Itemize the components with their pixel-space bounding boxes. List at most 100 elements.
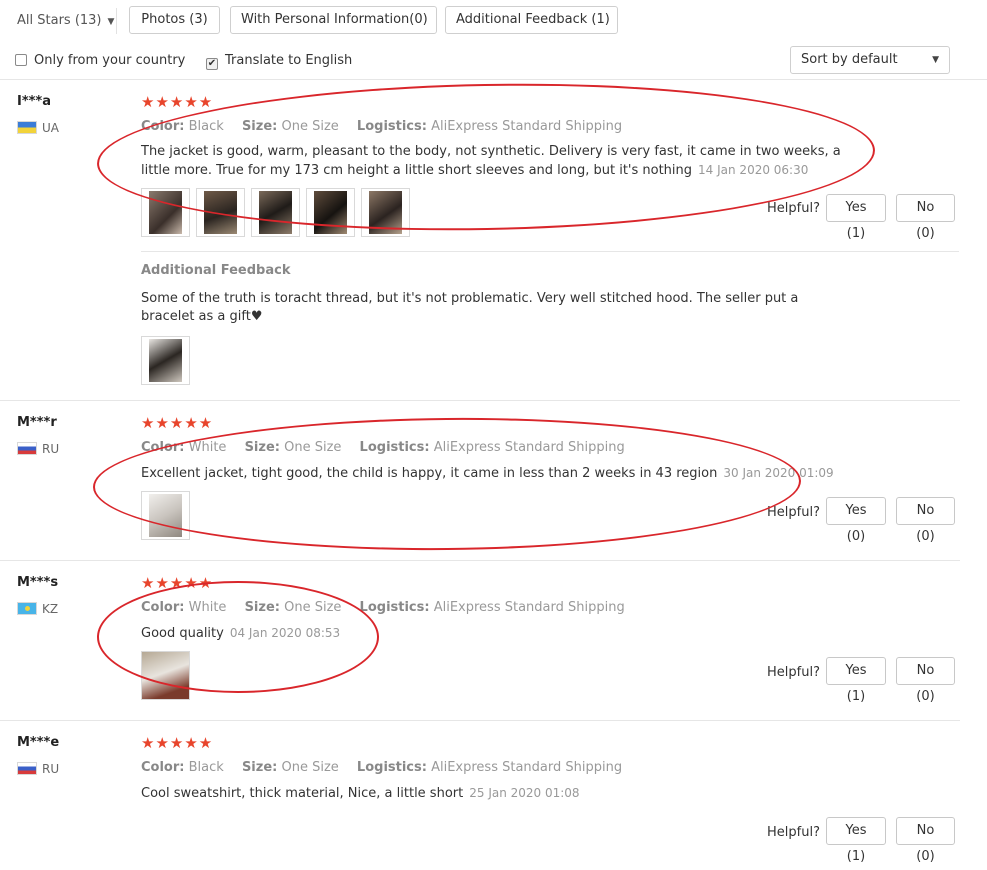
rating-stars: ★★★★★: [141, 93, 214, 111]
review-item: M***e RU ★★★★★ Color: Black Size: One Si…: [0, 721, 987, 866]
review-body: Good quality: [141, 626, 224, 641]
review-item: I***a UA ★★★★★ Color: Black Size: One Si…: [0, 80, 987, 400]
helpful-yes-button[interactable]: Yes (1): [826, 657, 886, 704]
review-attributes: Color: Black Size: One Size Logistics: A…: [141, 760, 622, 775]
reviewer-country: KZ: [17, 602, 58, 616]
size-label: Size:: [244, 440, 280, 455]
review-photo[interactable]: [141, 188, 190, 237]
only-country-label: Only from your country: [34, 53, 186, 68]
divider: [141, 251, 959, 252]
reviewer-name: M***e: [17, 735, 60, 750]
review-photos: [141, 651, 190, 700]
review-date: 14 Jan 2020 06:30: [698, 163, 809, 177]
sort-select[interactable]: Sort by default ▼: [790, 46, 950, 74]
filter-personal-info-button[interactable]: With Personal Information(0): [230, 6, 437, 34]
logistics-label: Logistics:: [359, 440, 430, 455]
review-photo[interactable]: [251, 188, 300, 237]
helpful-no-button[interactable]: No (0): [896, 497, 955, 544]
reviewer-country: UA: [17, 121, 59, 135]
chevron-down-icon: ▼: [107, 17, 115, 27]
color-label: Color:: [141, 440, 185, 455]
filter-bar: All Stars (13) ▼ Photos (3) With Personal…: [0, 0, 987, 80]
review-photos: [141, 491, 190, 540]
color-label: Color:: [141, 760, 185, 775]
checkbox-unchecked-icon[interactable]: [15, 54, 27, 66]
size-value: One Size: [281, 760, 339, 775]
helpful-yes-button[interactable]: Yes (1): [826, 817, 886, 864]
review-body: Excellent jacket, tight good, the child …: [141, 466, 718, 481]
review-text: Good quality 04 Jan 2020 08:53: [141, 624, 861, 643]
helpful-yes-button[interactable]: Yes (1): [826, 194, 886, 241]
size-label: Size:: [241, 760, 278, 775]
reviewer-country: RU: [17, 762, 59, 776]
color-value: White: [188, 440, 227, 455]
additional-feedback-photos: [141, 336, 190, 385]
divider: [116, 8, 117, 34]
helpful-label: Helpful?: [767, 201, 820, 216]
color-label: Color:: [141, 600, 185, 615]
logistics-value: AliExpress Standard Shipping: [433, 600, 625, 615]
only-country-checkbox[interactable]: Only from your country: [15, 53, 185, 68]
color-label: Color:: [141, 119, 185, 134]
country-code: RU: [42, 442, 60, 456]
logistics-value: AliExpress Standard Shipping: [433, 440, 625, 455]
review-photo[interactable]: [141, 651, 190, 700]
country-code: RU: [42, 762, 60, 776]
logistics-value: AliExpress Standard Shipping: [431, 760, 623, 775]
review-text: Excellent jacket, tight good, the child …: [141, 464, 861, 483]
additional-feedback-text: Some of the truth is toracht thread, but…: [141, 291, 799, 324]
review-photo[interactable]: [141, 336, 190, 385]
logistics-label: Logistics:: [356, 119, 427, 134]
review-date: 25 Jan 2020 01:08: [469, 786, 580, 800]
size-label: Size:: [244, 600, 280, 615]
review-body: Cool sweatshirt, thick material, Nice, a…: [141, 786, 464, 801]
rating-stars: ★★★★★: [141, 734, 214, 752]
color-value: Black: [188, 119, 224, 134]
filter-photos-button[interactable]: Photos (3): [129, 6, 220, 34]
country-code: KZ: [42, 602, 59, 616]
review-attributes: Color: Black Size: One Size Logistics: A…: [141, 119, 622, 134]
all-stars-label: All Stars (13): [17, 13, 102, 28]
rating-stars: ★★★★★: [141, 414, 214, 432]
review-photo[interactable]: [306, 188, 355, 237]
helpful-label: Helpful?: [767, 665, 820, 680]
flag-kz-icon: [17, 602, 37, 615]
color-value: Black: [188, 760, 224, 775]
helpful-no-button[interactable]: No (0): [896, 817, 955, 864]
sort-value: Sort by default: [801, 52, 898, 67]
reviewer-name: M***s: [17, 575, 59, 590]
helpful-label: Helpful?: [767, 505, 820, 520]
flag-ru-icon: [17, 442, 37, 455]
filter-additional-feedback-button[interactable]: Additional Feedback (1): [445, 6, 618, 34]
flag-ru-icon: [17, 762, 37, 775]
translate-label: Translate to English: [225, 53, 353, 68]
logistics-label: Logistics:: [359, 600, 430, 615]
flag-ua-icon: [17, 121, 37, 134]
review-photo[interactable]: [361, 188, 410, 237]
size-value: One Size: [284, 600, 342, 615]
review-item: M***s KZ ★★★★★ Color: White Size: One Si…: [0, 561, 987, 721]
review-photo[interactable]: [196, 188, 245, 237]
size-label: Size:: [241, 119, 278, 134]
helpful-label: Helpful?: [767, 825, 820, 840]
helpful-no-button[interactable]: No (0): [896, 194, 955, 241]
review-date: 04 Jan 2020 08:53: [229, 626, 341, 640]
helpful-no-button[interactable]: No (0): [896, 657, 955, 704]
review-item: M***r RU ★★★★★ Color: White Size: One Si…: [0, 401, 987, 561]
review-date: 30 Jan 2020 01:09: [723, 466, 834, 480]
size-value: One Size: [281, 119, 339, 134]
review-photo[interactable]: [141, 491, 190, 540]
country-code: UA: [42, 121, 59, 135]
size-value: One Size: [284, 440, 342, 455]
rating-stars: ★★★★★: [141, 574, 214, 592]
chevron-down-icon: ▼: [932, 55, 939, 65]
logistics-label: Logistics:: [356, 760, 427, 775]
additional-feedback-title: Additional Feedback: [141, 263, 291, 278]
review-text: The jacket is good, warm, pleasant to th…: [141, 143, 861, 180]
reviewer-country: RU: [17, 442, 59, 456]
translate-checkbox[interactable]: ✔ Translate to English: [206, 53, 352, 70]
helpful-yes-button[interactable]: Yes (0): [826, 497, 886, 544]
all-stars-dropdown[interactable]: All Stars (13) ▼: [17, 13, 114, 28]
checkbox-checked-icon[interactable]: ✔: [206, 58, 218, 70]
reviewer-name: M***r: [17, 415, 57, 430]
